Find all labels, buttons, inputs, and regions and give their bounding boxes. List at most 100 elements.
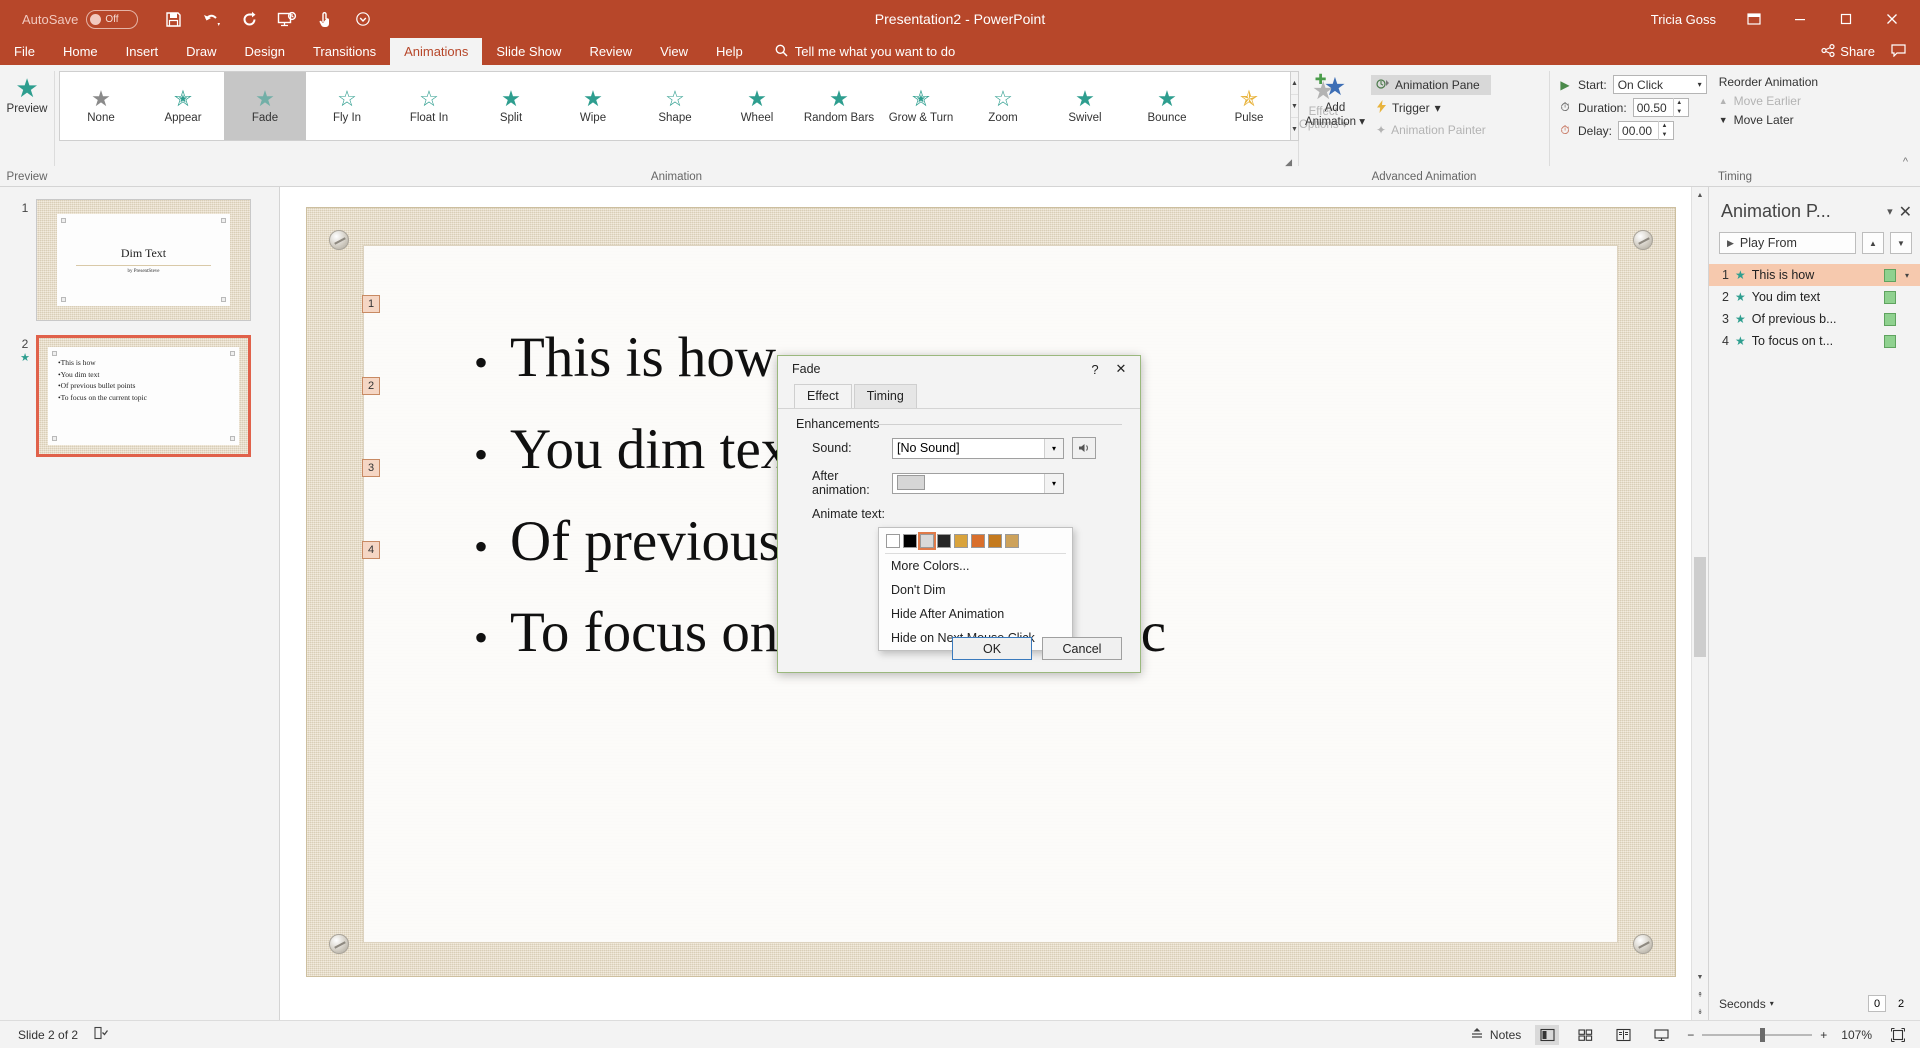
- slideshow-icon[interactable]: [1649, 1025, 1673, 1045]
- scroll-down-arrow-icon[interactable]: ▼: [1692, 969, 1708, 986]
- after-animation-dropdown[interactable]: ▾: [892, 472, 1064, 494]
- tab-design[interactable]: Design: [231, 38, 299, 65]
- gallery-more[interactable]: ▼: [1291, 118, 1298, 140]
- animation-order-tag[interactable]: 2: [362, 377, 380, 395]
- touch-mode-icon[interactable]: [314, 8, 336, 30]
- share-button[interactable]: Share: [1821, 43, 1875, 60]
- animation-item-appear[interactable]: ✭ Appear: [142, 72, 224, 140]
- animation-item-split[interactable]: ★ Split: [470, 72, 552, 140]
- tab-file[interactable]: File: [0, 38, 49, 65]
- duration-input[interactable]: 00.50 ▲ ▼: [1632, 98, 1689, 117]
- canvas-vertical-scrollbar[interactable]: ▲ ▼ ↟ ↡: [1691, 187, 1708, 1020]
- menu-item-hide-after-animation[interactable]: Hide After Animation: [879, 602, 1072, 626]
- notes-button[interactable]: Notes: [1470, 1027, 1521, 1043]
- color-swatch-light-gray[interactable]: [918, 532, 936, 550]
- pane-options-chevron-down-icon[interactable]: ▾: [1887, 205, 1893, 218]
- slide-thumbnail-1[interactable]: Dim Text by PresentSteve: [36, 199, 251, 321]
- delay-spinner[interactable]: ▲ ▼: [1658, 121, 1670, 140]
- customize-icon[interactable]: [352, 8, 374, 30]
- animation-item-fade[interactable]: ★ Fade: [224, 72, 306, 140]
- tab-transitions[interactable]: Transitions: [299, 38, 390, 65]
- animation-item-bounce[interactable]: ★ Bounce: [1126, 72, 1208, 140]
- cancel-button[interactable]: Cancel: [1042, 637, 1122, 660]
- zoom-track[interactable]: [1702, 1027, 1813, 1042]
- reading-view-icon[interactable]: [1611, 1025, 1635, 1045]
- color-swatch-orange[interactable]: [971, 534, 985, 548]
- animation-item-swivel[interactable]: ★ Swivel: [1044, 72, 1126, 140]
- animation-list-item[interactable]: 3 ★ Of previous b...: [1709, 308, 1920, 330]
- autosave-toggle[interactable]: Off: [86, 9, 139, 29]
- slide-indicator[interactable]: Slide 2 of 2: [18, 1028, 78, 1042]
- timeline-bar[interactable]: [1884, 334, 1896, 348]
- animation-list-item[interactable]: 1 ★ This is how ▾: [1709, 264, 1920, 286]
- gallery-scroll-buttons[interactable]: ▲ ▼ ▼: [1291, 71, 1299, 141]
- dialog-help-button[interactable]: ?: [1082, 358, 1108, 380]
- animation-order-tag[interactable]: 1: [362, 295, 380, 313]
- fit-slide-icon[interactable]: [1886, 1025, 1910, 1045]
- sound-dropdown[interactable]: [No Sound] ▾: [892, 437, 1064, 459]
- dialog-tab-effect[interactable]: Effect: [794, 384, 852, 408]
- tab-animations[interactable]: Animations: [390, 38, 483, 65]
- menu-item-more-colors[interactable]: More Colors...: [879, 554, 1072, 578]
- comments-icon[interactable]: [1891, 43, 1906, 60]
- fade-effect-dialog[interactable]: Fade ? ✕ Effect Timing Enhancements Soun…: [777, 355, 1141, 673]
- zoom-in-button[interactable]: +: [1820, 1028, 1827, 1042]
- scroll-up-arrow-icon[interactable]: ▲: [1692, 187, 1708, 204]
- animation-pane-button[interactable]: Animation Pane: [1371, 75, 1491, 95]
- color-swatch-dark[interactable]: [937, 534, 951, 548]
- minimize-button[interactable]: [1778, 0, 1822, 38]
- start-presentation-icon[interactable]: [276, 8, 298, 30]
- redo-icon[interactable]: [238, 8, 260, 30]
- animation-item-float-in[interactable]: ☆ Float In: [388, 72, 470, 140]
- tab-view[interactable]: View: [646, 38, 702, 65]
- slide-sorter-icon[interactable]: [1573, 1025, 1597, 1045]
- timeline-bar[interactable]: [1884, 268, 1896, 282]
- ribbon-display-options-button[interactable]: [1732, 0, 1776, 38]
- timeline-bar[interactable]: [1884, 290, 1896, 304]
- tab-home[interactable]: Home: [49, 38, 112, 65]
- start-dropdown[interactable]: On Click ▾: [1612, 75, 1707, 94]
- close-button[interactable]: [1870, 0, 1914, 38]
- gallery-scroll-up[interactable]: ▲: [1291, 72, 1298, 95]
- color-swatch-brown-orange[interactable]: [988, 534, 1002, 548]
- move-later-button[interactable]: ▼ Move Later: [1719, 113, 1818, 127]
- item-menu-chevron-down-icon[interactable]: ▾: [1902, 271, 1912, 280]
- animation-item-none[interactable]: ★ None: [60, 72, 142, 140]
- menu-item-dont-dim[interactable]: Don't Dim: [879, 578, 1072, 602]
- tab-insert[interactable]: Insert: [112, 38, 173, 65]
- collapse-ribbon-button[interactable]: ^: [1903, 156, 1908, 168]
- zoom-out-button[interactable]: −: [1687, 1028, 1694, 1042]
- animation-item-shape[interactable]: ☆ Shape: [634, 72, 716, 140]
- chevron-down-icon[interactable]: ▾: [1044, 473, 1063, 493]
- previous-slide-button[interactable]: ↟: [1692, 986, 1708, 1003]
- after-animation-dropdown-menu[interactable]: More Colors... Don't Dim Hide After Anim…: [878, 527, 1073, 651]
- color-swatch-black[interactable]: [903, 534, 917, 548]
- tab-review[interactable]: Review: [575, 38, 646, 65]
- color-swatch-white[interactable]: [886, 534, 900, 548]
- zoom-knob[interactable]: [1760, 1027, 1766, 1042]
- move-down-button[interactable]: ▼: [1890, 232, 1912, 254]
- add-animation-button[interactable]: ★ ✚ Add Animation ▾: [1299, 69, 1371, 130]
- trigger-button[interactable]: Trigger ▾: [1371, 98, 1491, 118]
- animation-list-item[interactable]: 2 ★ You dim text: [1709, 286, 1920, 308]
- tell-me-search[interactable]: Tell me what you want to do: [757, 38, 955, 65]
- save-icon[interactable]: [162, 8, 184, 30]
- close-pane-icon[interactable]: ✕: [1899, 202, 1912, 222]
- undo-icon[interactable]: [200, 8, 222, 30]
- seconds-dropdown[interactable]: Seconds ▾: [1719, 997, 1774, 1011]
- sound-volume-button[interactable]: [1072, 437, 1096, 459]
- animation-item-random-bars[interactable]: ★ Random Bars: [798, 72, 880, 140]
- tab-help[interactable]: Help: [702, 38, 757, 65]
- ok-button[interactable]: OK: [952, 637, 1032, 660]
- dialog-tab-timing[interactable]: Timing: [853, 384, 917, 408]
- slide-thumbnail-2[interactable]: •This is how •You dim text •Of previous …: [36, 335, 251, 457]
- next-slide-button[interactable]: ↡: [1692, 1003, 1708, 1020]
- zoom-level[interactable]: 107%: [1841, 1028, 1872, 1042]
- user-account-name[interactable]: Tricia Goss: [1651, 12, 1716, 27]
- color-swatch-tan[interactable]: [1005, 534, 1019, 548]
- tab-slide-show[interactable]: Slide Show: [482, 38, 575, 65]
- gallery-scroll-down[interactable]: ▼: [1291, 95, 1298, 118]
- animation-item-zoom[interactable]: ☆ Zoom: [962, 72, 1044, 140]
- animation-order-tag[interactable]: 3: [362, 459, 380, 477]
- play-from-button[interactable]: ▶ Play From: [1719, 232, 1856, 254]
